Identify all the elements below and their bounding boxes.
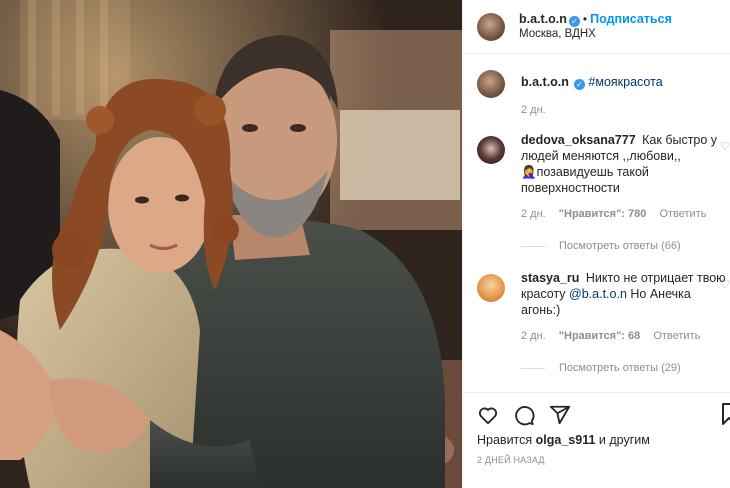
author-username[interactable]: b.a.t.o.n <box>519 12 567 26</box>
post-photo[interactable] <box>0 0 462 488</box>
comment-item: stasya_ru Никто не отрицает твою красоту… <box>477 270 730 376</box>
verified-icon: ✓ <box>573 79 585 90</box>
bookmark-icon[interactable] <box>722 403 730 425</box>
post-actions: Нравится olga_s911 и другим 2 дней назад <box>463 392 730 488</box>
post-header: b.a.t.o.n ✓ • Подписаться Москва, ВДНХ <box>463 0 730 54</box>
view-replies-label: Посмотреть ответы (66) <box>559 240 681 252</box>
caption-avatar[interactable] <box>477 70 505 98</box>
comment-avatar[interactable] <box>477 136 505 164</box>
comment-username[interactable]: dedova_oksana777 <box>521 133 636 147</box>
post-location[interactable]: Москва, ВДНХ <box>519 27 672 42</box>
comment-likes[interactable]: "Нравится": 68 <box>559 330 640 342</box>
post-panel: b.a.t.o.n ✓ • Подписаться Москва, ВДНХ b.a.… <box>462 0 730 488</box>
comment-time[interactable]: 2 дн. <box>521 208 546 220</box>
comment-mention[interactable]: @b.a.t.o.n <box>569 287 627 301</box>
caption: b.a.t.o.n ✓ #моякрасота 2 дн. <box>477 66 730 118</box>
reply-button[interactable]: Ответить <box>653 330 700 342</box>
header-text: b.a.t.o.n ✓ • Подписаться Москва, ВДНХ <box>519 12 672 42</box>
comment-body: stasya_ru Никто не отрицает твою красоту… <box>521 270 730 376</box>
verified-icon: ✓ <box>568 15 580 27</box>
reply-button[interactable]: Ответить <box>659 208 706 220</box>
likes-suffix[interactable]: и другим <box>599 433 650 447</box>
comment-like-icon[interactable]: ♡ <box>720 140 730 153</box>
comment-body: dedova_oksana777 Как быстро у людей меня… <box>521 132 730 254</box>
view-replies[interactable]: Посмотреть ответы (66) <box>521 238 730 254</box>
comment-item: dedova_oksana777 Как быстро у людей меня… <box>477 132 730 254</box>
likes-summary: Нравится olga_s911 и другим <box>463 427 730 447</box>
comment-username[interactable]: stasya_ru <box>521 271 579 285</box>
comment-likes[interactable]: "Нравится": 780 <box>559 208 647 220</box>
comment-meta: 2 дн. "Нравится": 780 Ответить <box>521 206 730 222</box>
share-icon[interactable] <box>549 404 571 426</box>
action-icons <box>463 393 730 427</box>
replies-divider <box>521 367 545 369</box>
caption-body: b.a.t.o.n ✓ #моякрасота 2 дн. <box>521 66 730 118</box>
view-replies-label: Посмотреть ответы (29) <box>559 362 681 374</box>
comment-like-icon[interactable]: ♡ <box>720 278 730 291</box>
follow-button[interactable]: Подписаться <box>590 12 672 26</box>
caption-time[interactable]: 2 дн. <box>521 104 546 116</box>
caption-username[interactable]: b.a.t.o.n <box>521 75 569 89</box>
replies-divider <box>521 245 545 247</box>
separator-dot: • <box>582 11 588 26</box>
likes-prefix: Нравится <box>477 433 533 447</box>
comment-avatar[interactable] <box>477 274 505 302</box>
comment-icon[interactable] <box>513 404 535 426</box>
caption-meta: 2 дн. <box>521 102 730 118</box>
caption-hashtag[interactable]: #моякрасота <box>588 75 662 89</box>
comment-time[interactable]: 2 дн. <box>521 330 546 342</box>
comment-meta: 2 дн. "Нравится": 68 Ответить <box>521 328 730 344</box>
likes-user[interactable]: olga_s911 <box>536 433 596 447</box>
heart-icon[interactable] <box>477 404 499 426</box>
author-avatar[interactable] <box>477 12 505 41</box>
comments-list: b.a.t.o.n ✓ #моякрасота 2 дн. dedova_oksa… <box>477 66 730 376</box>
post-time[interactable]: 2 дней назад <box>463 447 730 465</box>
post-photo-illustration <box>0 0 462 488</box>
view-replies[interactable]: Посмотреть ответы (29) <box>521 360 730 376</box>
